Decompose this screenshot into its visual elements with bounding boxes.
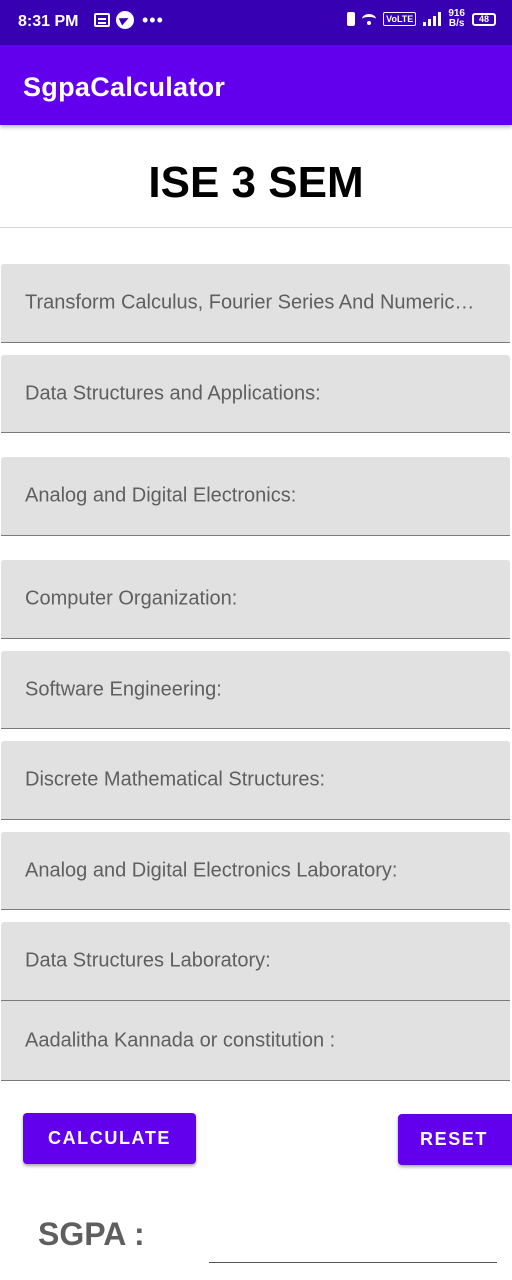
app-title: SgpaCalculator: [23, 72, 226, 102]
subject-input-2[interactable]: Data Structures and Applications:: [1, 355, 510, 433]
subject-hint-6: Discrete Mathematical Structures:: [25, 768, 326, 791]
sgpa-label: SGPA :: [38, 1216, 145, 1252]
subject-hint-8: Data Structures Laboratory:: [25, 949, 271, 972]
subject-hint-4: Computer Organization:: [25, 587, 238, 610]
subject-input-8[interactable]: Data Structures Laboratory:: [1, 922, 510, 1001]
telegram-icon: [116, 11, 134, 29]
status-time: 8:31 PM: [18, 13, 79, 30]
system-icons: VoLTE 916 B/s 48: [347, 9, 496, 29]
subject-input-5[interactable]: Software Engineering:: [1, 651, 510, 729]
calculate-button[interactable]: CALCULATE: [23, 1113, 196, 1164]
notification-icons: •••: [94, 11, 164, 29]
subject-input-3[interactable]: Analog and Digital Electronics:: [1, 457, 510, 536]
battery-icon: 48: [472, 12, 496, 26]
subject-input-1[interactable]: Transform Calculus, Fourier Series And N…: [1, 264, 510, 343]
subject-hint-7: Analog and Digital Electronics Laborator…: [25, 859, 398, 881]
network-speed-unit: B/s: [448, 18, 465, 29]
message-icon: [94, 13, 110, 27]
page-title: ISE 3 SEM: [148, 158, 364, 207]
status-bar: 8:31 PM ••• VoLTE 916 B/s 48: [0, 0, 512, 45]
app-bar: SgpaCalculator: [0, 45, 512, 125]
subject-input-7[interactable]: Analog and Digital Electronics Laborator…: [1, 832, 510, 910]
subject-hint-5: Software Engineering:: [25, 678, 222, 700]
sgpa-result-field: [209, 1262, 497, 1263]
volte-badge: VoLTE: [383, 12, 417, 26]
reset-button[interactable]: RESET: [398, 1114, 512, 1165]
signal-icon: [423, 12, 442, 26]
title-divider: [0, 227, 512, 228]
subject-hint-9: Aadalitha Kannada or constitution :: [25, 1029, 336, 1051]
vibrate-icon: [347, 12, 356, 26]
wifi-icon: [362, 14, 377, 25]
subject-hint-2: Data Structures and Applications:: [25, 382, 321, 404]
subject-hint-1: Transform Calculus, Fourier Series And N…: [25, 291, 480, 314]
subject-input-9[interactable]: Aadalitha Kannada or constitution :: [1, 1001, 510, 1081]
subject-input-6[interactable]: Discrete Mathematical Structures:: [1, 741, 510, 820]
network-speed: 916 B/s: [448, 9, 465, 29]
more-dots-icon: •••: [142, 10, 164, 30]
subject-input-4[interactable]: Computer Organization:: [1, 560, 510, 639]
subject-hint-3: Analog and Digital Electronics:: [25, 484, 297, 507]
